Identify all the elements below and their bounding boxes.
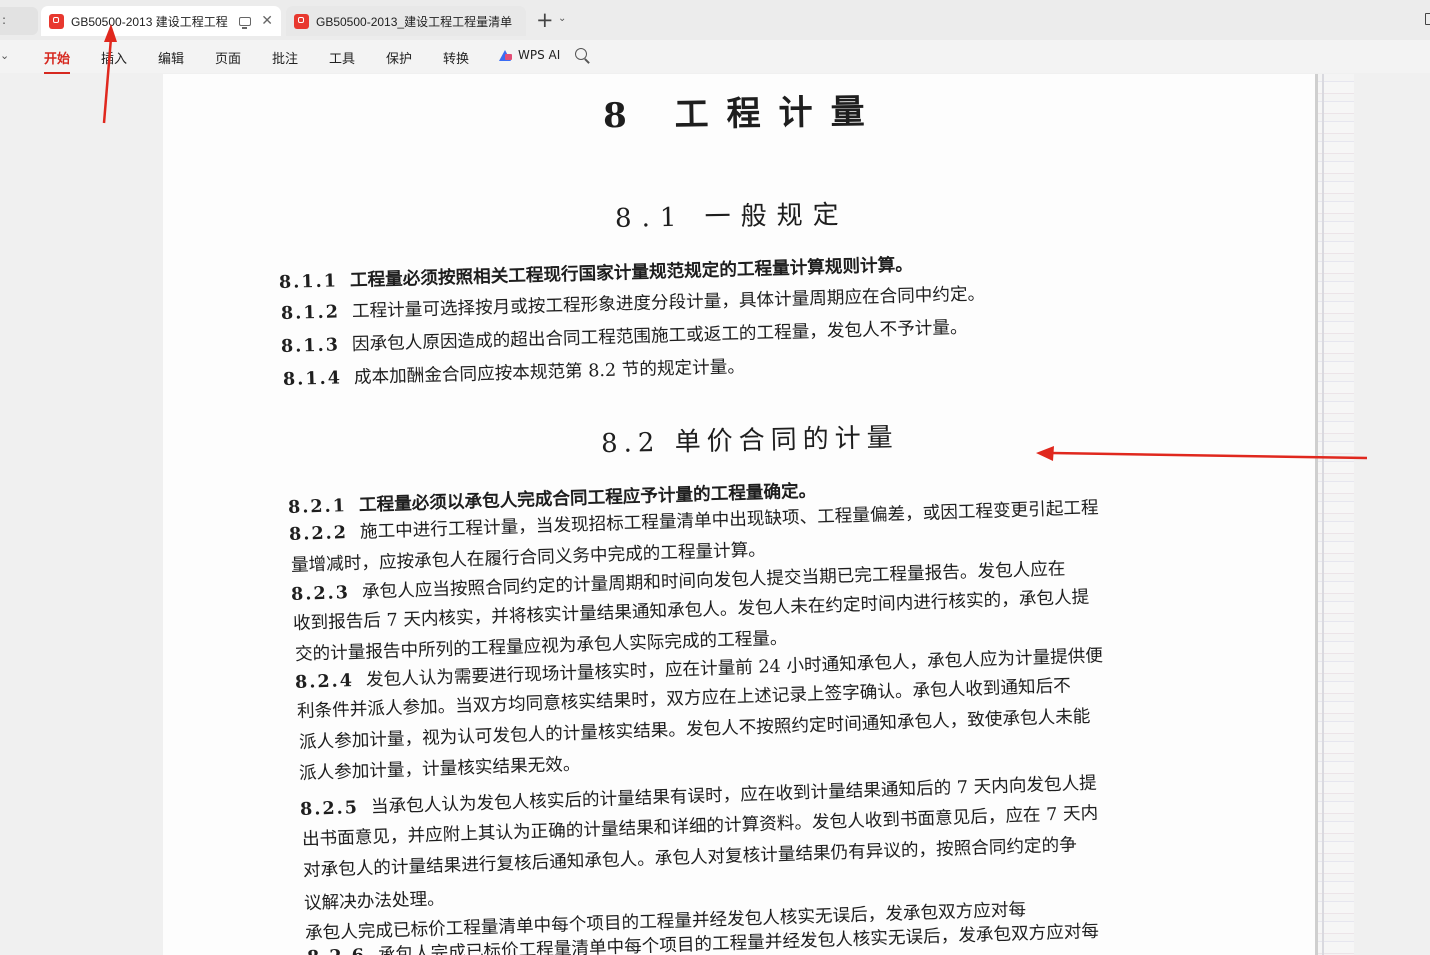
tab-strip: : GB50500-2013 建设工程工程 ✕ GB50500-2013_建设工… (0, 0, 1430, 40)
chevron-down-icon[interactable]: ⌄ (0, 49, 9, 62)
tab-document-1[interactable]: GB50500-2013 建设工程工程 ✕ (41, 6, 281, 36)
clause-text: 因承包人原因造成的超出合同工程范围施工或返工的工程量，发包人不予计量。 (351, 317, 968, 356)
menu-protect[interactable]: 保护 (386, 48, 412, 67)
scan-strip (1318, 74, 1354, 955)
clause-number: 8.1.1 (278, 270, 339, 293)
clause-line: 8.1.4 成本加酬金合同应按本规范第 8.2 节的规定计量。 (283, 353, 746, 391)
clause-number: 8.2.1 (287, 495, 348, 518)
tab-title: GB50500-2013_建设工程工程量清单 (316, 14, 513, 29)
clause-number: 8.1.3 (280, 334, 341, 357)
menu-start[interactable]: 开始 (44, 48, 71, 74)
clause-number: 8.1.4 (282, 367, 343, 390)
menu-edit[interactable]: 编辑 (158, 48, 184, 67)
section-title: 8.2 单价合同的计量 (600, 422, 899, 460)
new-tab-button[interactable]: + (536, 8, 554, 32)
previous-tab-label: : (2, 13, 7, 27)
pdf-file-icon (294, 13, 309, 29)
clause-text: 成本加酬金合同应按本规范第 8.2 节的规定计量。 (353, 357, 746, 389)
section-title: 8.1 一般规定 (614, 200, 849, 234)
wps-ai-label: WPS AI (518, 48, 561, 62)
previous-tab-stub[interactable]: : (0, 7, 38, 35)
menu-tools[interactable]: 工具 (329, 48, 355, 67)
clause-number: 8.2.4 (294, 670, 355, 693)
clause-number: 8.2.3 (290, 582, 351, 605)
document-page: 8 工程计量 8.1 一般规定 8.1.1 工程量必须按照相关工程现行国家计量规范… (163, 74, 1354, 955)
search-icon[interactable] (575, 48, 587, 60)
chapter-title: 8 工程计量 (602, 91, 883, 137)
clause-number: 8.1.2 (280, 301, 341, 324)
ribbon-menu: ⌄ 开始 插入 编辑 页面 批注 工具 保护 转换 WPS AI (0, 40, 1430, 74)
wps-ai-logo-icon (499, 49, 513, 61)
menu-convert[interactable]: 转换 (443, 48, 469, 67)
clause-line: 派人参加计量，计量核实结果无效。 (298, 754, 581, 784)
menu-comment[interactable]: 批注 (272, 48, 298, 67)
monitor-icon[interactable] (239, 16, 252, 29)
menu-page[interactable]: 页面 (215, 48, 241, 67)
clause-number: 8.2.2 (288, 522, 349, 545)
clause-number: 8.2.6 (307, 945, 367, 955)
tab-title: GB50500-2013 建设工程工程 (71, 14, 228, 29)
clause-number: 8.2.5 (299, 797, 360, 820)
close-icon[interactable]: ✕ (261, 14, 273, 28)
clause-line: 议解决办法处理。 (303, 889, 446, 914)
chevron-down-icon[interactable]: ⌄ (558, 13, 566, 24)
menu-insert[interactable]: 插入 (101, 48, 127, 67)
pdf-file-icon (49, 13, 64, 29)
wps-ai-button[interactable]: WPS AI (499, 48, 560, 62)
tab-document-2[interactable]: GB50500-2013_建设工程工程量清单 (286, 6, 526, 36)
window-icon[interactable] (1425, 13, 1430, 25)
